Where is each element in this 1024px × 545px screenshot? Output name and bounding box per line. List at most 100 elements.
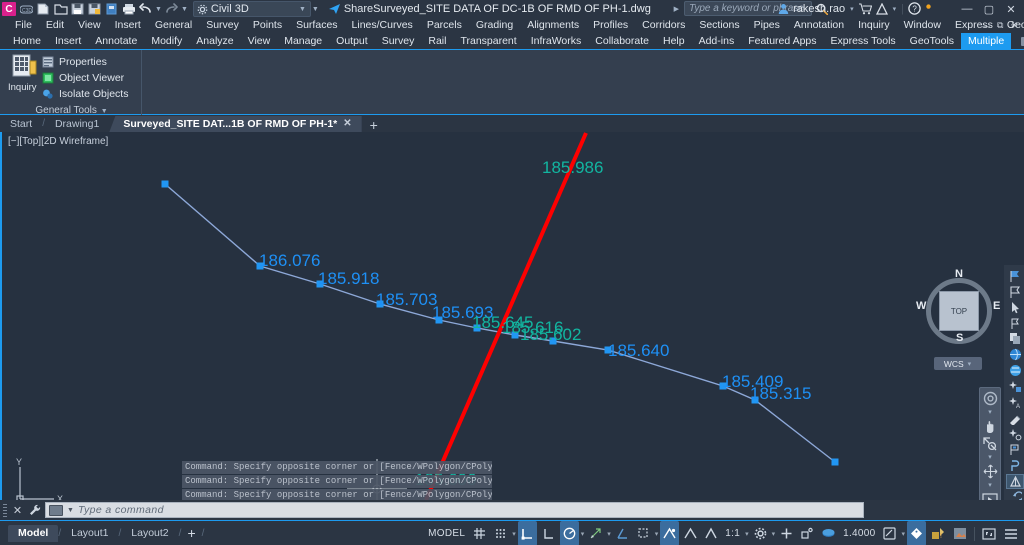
menu-item-lines-curves[interactable]: Lines/Curves xyxy=(345,18,420,33)
autodesk-c-logo[interactable]: C xyxy=(2,2,16,16)
view-cube-east[interactable]: E xyxy=(993,300,1000,312)
workspace-gear-icon[interactable] xyxy=(751,521,770,545)
osnap-track-caret[interactable]: ▾ xyxy=(607,530,611,538)
new-file-tab-button[interactable]: + xyxy=(362,118,386,132)
nav-wheel-caret[interactable]: ▾ xyxy=(988,408,992,416)
ribbon-tab-survey[interactable]: Survey xyxy=(375,33,422,49)
menu-item-sections[interactable]: Sections xyxy=(692,18,746,33)
autodesk-a-icon[interactable] xyxy=(876,3,888,15)
view-cube-west[interactable]: W xyxy=(916,300,926,312)
geotools-vertical-toolbar[interactable]: A xyxy=(1004,265,1024,500)
elevation-label[interactable]: 186.076 xyxy=(259,251,320,271)
close-icon[interactable]: ✕ xyxy=(11,504,24,517)
menu-item-parcels[interactable]: Parcels xyxy=(420,18,469,33)
help-icon[interactable]: ? xyxy=(908,2,921,15)
menu-item-profiles[interactable]: Profiles xyxy=(586,18,635,33)
menu-item-surfaces[interactable]: Surfaces xyxy=(289,18,344,33)
menu-item-corridors[interactable]: Corridors xyxy=(635,18,692,33)
redo-dropdown-caret[interactable]: ▼ xyxy=(181,6,188,13)
ribbon-tab-annotate[interactable]: Annotate xyxy=(88,33,144,49)
inquiry-button[interactable]: Inquiry xyxy=(8,53,42,81)
ribbon-tab-insert[interactable]: Insert xyxy=(48,33,88,49)
model-space-indicator[interactable]: MODEL xyxy=(425,521,468,545)
ribbon-tab-modify[interactable]: Modify xyxy=(144,33,189,49)
ribbon-tab-output[interactable]: Output xyxy=(329,33,375,49)
workspace-switch-icon[interactable]: ! xyxy=(928,521,948,545)
workspace-selector[interactable]: Civil 3D ▼ xyxy=(193,1,311,17)
ribbon-tab-manage[interactable]: Manage xyxy=(277,33,329,49)
ribbon-tab-help[interactable]: Help xyxy=(656,33,692,49)
autoscale-icon[interactable] xyxy=(681,521,700,545)
file-tab-active[interactable]: Surveyed_SITE DAT...1B OF RMD OF PH-1*✕ xyxy=(109,116,361,132)
menu-item-window[interactable]: Window xyxy=(897,18,948,33)
menu-item-inquiry[interactable]: Inquiry xyxy=(851,18,897,33)
elevation-label[interactable]: 185.986 xyxy=(542,158,603,178)
customization-menu-icon[interactable] xyxy=(1001,521,1021,545)
cloud-save-icon[interactable] xyxy=(103,1,120,17)
annotation-scale-value[interactable]: 1.4000 xyxy=(840,521,878,545)
user-caret[interactable]: ▾ xyxy=(850,5,854,13)
ribbon-tab-transparent[interactable]: Transparent xyxy=(453,33,523,49)
ortho-mode-icon[interactable] xyxy=(518,521,537,545)
nav-orbit-caret[interactable]: ▾ xyxy=(988,481,992,489)
menu-item-alignments[interactable]: Alignments xyxy=(520,18,586,33)
redo-arrow-icon[interactable] xyxy=(163,1,180,17)
pan-hand-icon[interactable] xyxy=(982,419,998,433)
zoom-extents-icon[interactable] xyxy=(982,436,998,450)
flag-small-icon[interactable] xyxy=(1006,316,1024,331)
drawing-recovery-icon[interactable] xyxy=(950,521,970,545)
snap-mode-icon[interactable] xyxy=(491,521,510,545)
lineweight-caret[interactable]: ▾ xyxy=(655,530,659,538)
layout-tab-layout1[interactable]: Layout1 xyxy=(61,525,118,542)
polar-tracking-icon[interactable] xyxy=(560,521,579,545)
doc-minimize-button[interactable]: — xyxy=(979,21,992,31)
layout-tab-layout2[interactable]: Layout2 xyxy=(121,525,178,542)
view-cube-south[interactable]: S xyxy=(956,332,963,344)
add-layout-button[interactable]: + xyxy=(181,525,201,541)
new-file-icon[interactable] xyxy=(35,1,52,17)
annotation-scale-sync-icon[interactable] xyxy=(702,521,720,545)
command-bar-grip[interactable] xyxy=(3,504,7,517)
menu-item-annotation[interactable]: Annotation xyxy=(787,18,851,33)
polar-caret[interactable]: ▾ xyxy=(581,530,585,538)
view-cube-top-face[interactable]: TOP xyxy=(939,291,979,331)
globe-world-icon[interactable] xyxy=(1006,363,1024,378)
menu-item-insert[interactable]: Insert xyxy=(108,18,148,33)
workspace-caret[interactable]: ▼ xyxy=(299,6,306,13)
ribbon-tab-view[interactable]: View xyxy=(241,33,278,49)
printer-icon[interactable] xyxy=(120,1,137,17)
file-tab-0[interactable]: Start xyxy=(0,116,42,132)
ribbon-tab-analyze[interactable]: Analyze xyxy=(189,33,240,49)
user-account-area[interactable]: rakesh.rao ▾ ▾ | ? xyxy=(778,2,932,15)
wand-icon[interactable] xyxy=(1006,411,1024,426)
close-button[interactable]: ✕ xyxy=(1000,0,1022,18)
share-button[interactable]: Share xyxy=(328,3,373,15)
qat-overflow-caret[interactable]: ▼ xyxy=(312,6,319,13)
flag-outline-icon[interactable] xyxy=(1006,284,1024,299)
polyline-grip-11[interactable] xyxy=(832,459,839,466)
ribbon-tab-infraworks[interactable]: InfraWorks xyxy=(524,33,589,49)
survey-tripod-icon[interactable] xyxy=(1006,474,1024,489)
ribbon-tab-home[interactable]: Home xyxy=(6,33,48,49)
command-prompt-icon[interactable] xyxy=(49,505,63,516)
clean-screen-icon[interactable] xyxy=(979,521,999,545)
view-cube-north[interactable]: N xyxy=(955,268,963,280)
menu-item-edit[interactable]: Edit xyxy=(39,18,71,33)
curve-undo-icon[interactable] xyxy=(1006,490,1024,500)
object-snap-icon[interactable] xyxy=(613,521,632,545)
file-tab-close-icon[interactable]: ✕ xyxy=(343,116,351,132)
steering-wheel-icon[interactable] xyxy=(982,391,998,405)
cart-icon[interactable] xyxy=(859,3,872,15)
navigation-bar[interactable]: ▾ ▾ ▾ xyxy=(979,387,1001,500)
transparency-icon[interactable] xyxy=(907,521,926,545)
panel-expand-caret[interactable]: ▼ xyxy=(101,108,108,115)
show-motion-icon[interactable] xyxy=(982,492,998,500)
doc-close-button[interactable]: ✕ xyxy=(1008,20,1020,31)
open-folder-icon[interactable] xyxy=(52,1,69,17)
elevation-label[interactable]: 185.602 xyxy=(520,325,581,345)
copy-objects-icon[interactable] xyxy=(1006,331,1024,346)
isolate-objects-status-icon[interactable] xyxy=(798,521,817,545)
polyline-grip-0[interactable] xyxy=(162,181,169,188)
notification-dot-icon[interactable] xyxy=(925,4,932,14)
menu-item-view[interactable]: View xyxy=(71,18,108,33)
